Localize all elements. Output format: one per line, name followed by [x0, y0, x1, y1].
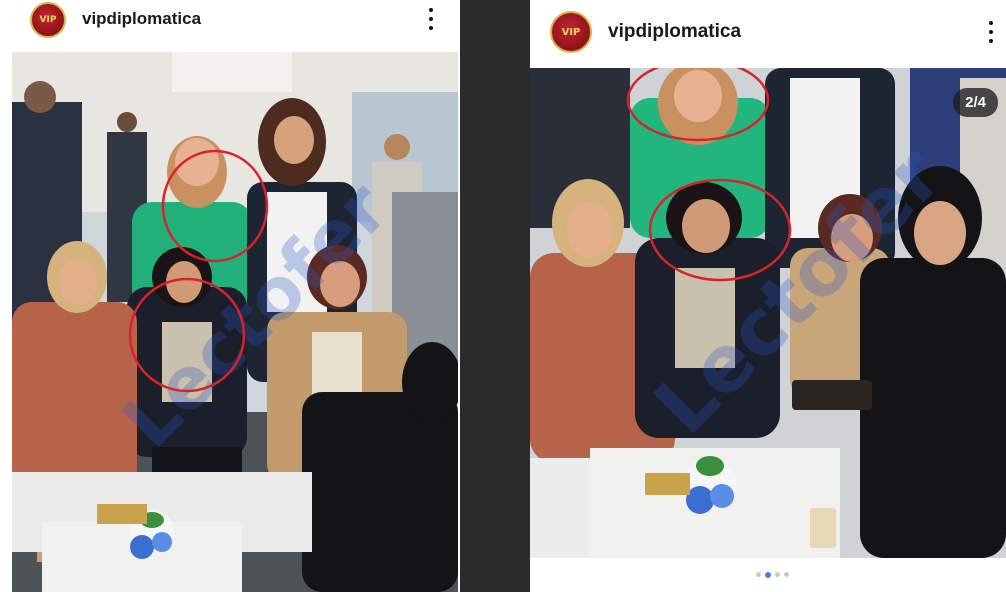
screenshot-composite: VIP vipdiplomatica Lectofer VIP vipdiplo…: [0, 0, 1006, 592]
username-link[interactable]: vipdiplomatica: [82, 9, 201, 29]
carousel-dot[interactable]: [783, 572, 789, 577]
event-photo-illustration: Lectofer: [12, 52, 458, 592]
instagram-post-right: VIP vipdiplomatica Lectofer 2/4: [530, 0, 1006, 592]
post-header: VIP vipdiplomatica: [530, 0, 1006, 53]
avatar-logo-text: VIP: [561, 26, 581, 38]
avatar-logo-text: VIP: [39, 15, 57, 25]
carousel-dot[interactable]: [774, 572, 780, 577]
event-photo-illustration: Lectofer: [530, 68, 1006, 558]
more-vertical-icon[interactable]: [425, 8, 437, 30]
post-photo[interactable]: Lectofer: [12, 52, 458, 592]
carousel-counter: 2/4: [953, 88, 998, 117]
username-link[interactable]: vipdiplomatica: [608, 21, 741, 43]
carousel-dot-active[interactable]: [764, 571, 771, 578]
more-vertical-icon[interactable]: [985, 21, 997, 43]
carousel-indicator: [538, 571, 1006, 578]
profile-avatar[interactable]: VIP: [550, 11, 592, 53]
carousel-dot[interactable]: [755, 572, 761, 577]
instagram-post-left: VIP vipdiplomatica Lectofer: [0, 0, 460, 592]
profile-avatar[interactable]: VIP: [30, 2, 66, 38]
post-header: VIP vipdiplomatica: [0, 0, 460, 46]
image-divider: [460, 0, 530, 592]
post-photo[interactable]: Lectofer 2/4: [530, 68, 1006, 558]
